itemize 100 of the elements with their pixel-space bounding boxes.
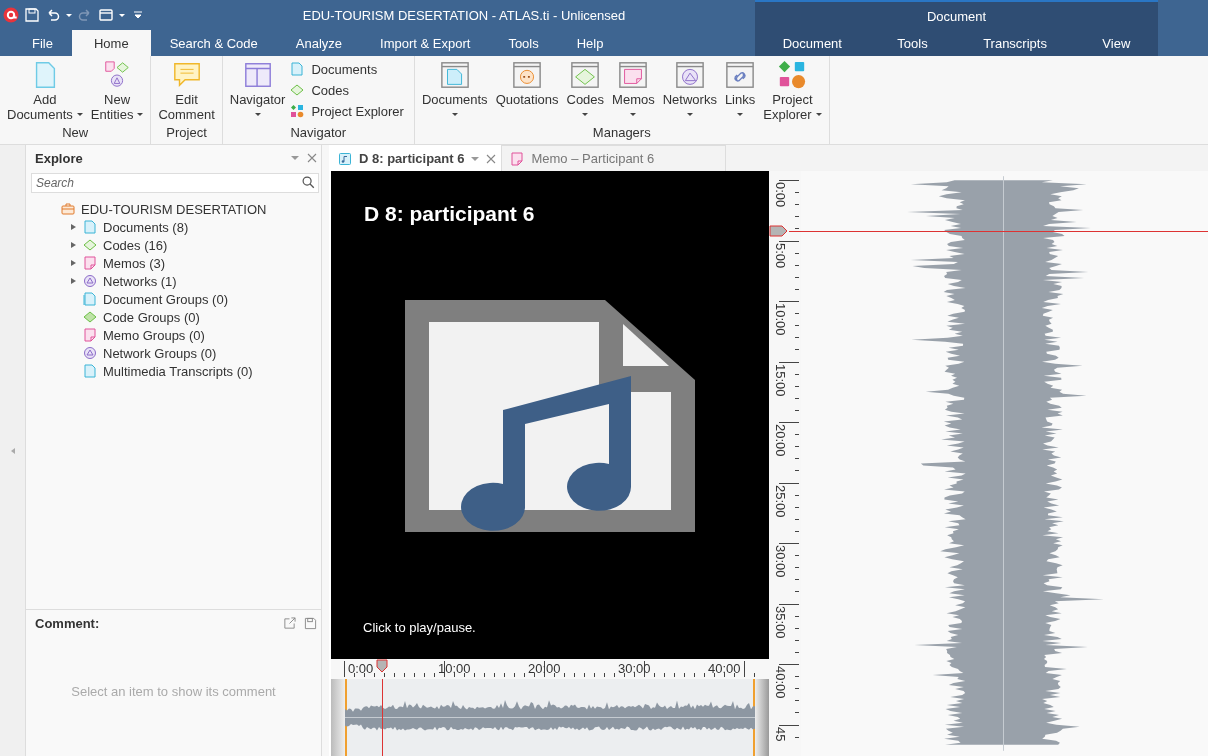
menu-tab[interactable]: Home bbox=[71, 30, 151, 56]
tree-item[interactable]: Multimedia Transcripts (0) bbox=[26, 362, 321, 380]
ribbon-button[interactable]: Project Explorer bbox=[760, 60, 825, 124]
menu-tab[interactable]: Tools bbox=[489, 30, 558, 56]
close-icon[interactable] bbox=[307, 153, 317, 163]
time-label: 45 bbox=[773, 726, 788, 741]
caret-icon bbox=[254, 113, 261, 116]
ribbon-button[interactable]: Codes bbox=[563, 60, 608, 124]
search-field[interactable]: Search bbox=[31, 173, 319, 193]
menu-tab[interactable]: File bbox=[0, 30, 72, 56]
tree-item[interactable]: Memos (3) bbox=[26, 254, 321, 272]
tree-item[interactable]: Document Groups (0) bbox=[26, 290, 321, 308]
caret-icon bbox=[582, 113, 589, 116]
window-icon[interactable] bbox=[98, 7, 114, 23]
ribbon-button[interactable]: Networks bbox=[659, 60, 720, 124]
ribbon-button[interactable]: Documents bbox=[418, 60, 491, 124]
panel-title: Comment: bbox=[35, 615, 100, 631]
music-file-icon bbox=[405, 300, 695, 532]
expand-arrow-icon[interactable] bbox=[71, 224, 76, 230]
tree-item[interactable]: Memo Groups (0) bbox=[26, 326, 321, 344]
quote-window-icon bbox=[512, 60, 543, 90]
menu-tab[interactable]: Document bbox=[763, 30, 861, 56]
caret-icon bbox=[630, 113, 637, 116]
pop-out-icon[interactable] bbox=[283, 616, 296, 630]
tree-item[interactable]: Network Groups (0) bbox=[26, 344, 321, 362]
menu-tab[interactable]: Help bbox=[557, 30, 623, 56]
ribbon-button[interactable]: Navigator bbox=[226, 60, 289, 124]
document-icon bbox=[83, 220, 97, 234]
search-icon[interactable] bbox=[302, 176, 315, 189]
ribbon-group-label: New bbox=[61, 124, 90, 142]
diamond-icon bbox=[83, 238, 97, 252]
menu-tab[interactable]: Import & Export bbox=[361, 30, 490, 56]
menu-tab[interactable]: Transcripts bbox=[964, 30, 1066, 56]
media-player[interactable]: D 8: participant 6 Click to play/pause. bbox=[331, 171, 769, 659]
trim-handle[interactable] bbox=[753, 679, 769, 756]
network-icon bbox=[83, 346, 97, 360]
tree-item[interactable]: Documents (8) bbox=[26, 218, 321, 236]
time-label: 10:00 bbox=[773, 303, 788, 336]
editor-tab[interactable]: D 8: participant 6 bbox=[329, 145, 502, 171]
memo-icon bbox=[83, 256, 97, 270]
audio-document-icon bbox=[338, 151, 352, 166]
ribbon-button[interactable]: Edit Comment bbox=[155, 60, 218, 124]
caret-icon bbox=[815, 113, 822, 116]
menu-tab[interactable]: View bbox=[1083, 30, 1150, 56]
caret-icon[interactable] bbox=[291, 156, 299, 160]
network-icon bbox=[83, 274, 97, 288]
caret-icon[interactable] bbox=[471, 156, 480, 161]
caret-icon bbox=[451, 113, 458, 116]
close-icon[interactable] bbox=[486, 153, 497, 164]
caret-icon bbox=[686, 113, 693, 116]
app-logo-icon bbox=[3, 7, 19, 23]
caret-icon bbox=[137, 113, 144, 116]
ribbon-button[interactable]: Project Explorer bbox=[290, 102, 404, 120]
time-label: 40:00 bbox=[708, 661, 741, 676]
expand-arrow-icon[interactable] bbox=[71, 242, 76, 248]
panel-title: Explore bbox=[35, 150, 83, 166]
link-window-icon bbox=[725, 60, 756, 90]
empty-comment-message: Select an item to show its comment bbox=[70, 684, 277, 699]
ribbon-button[interactable]: Add Documents bbox=[4, 60, 86, 124]
time-label: 0:00 bbox=[773, 182, 788, 208]
caret-icon bbox=[76, 113, 83, 116]
play-hint: Click to play/pause. bbox=[363, 620, 476, 635]
time-label: 40:00 bbox=[773, 666, 788, 699]
time-label: 30:00 bbox=[773, 545, 788, 578]
time-label: 35:00 bbox=[773, 605, 788, 639]
diamond-window-icon bbox=[570, 60, 601, 90]
tree-item[interactable]: Codes (16) bbox=[26, 236, 321, 254]
menu-tab[interactable]: Search & Code bbox=[150, 30, 277, 56]
window-title: EDU-TOURISM DESERTATION - ATLAS.ti - Unlicensed bbox=[301, 7, 627, 23]
undo-icon[interactable] bbox=[45, 7, 61, 23]
time-label: 25:00 bbox=[773, 484, 788, 518]
time-label: 15:00 bbox=[773, 363, 788, 397]
media-title: D 8: participant 6 bbox=[364, 202, 535, 226]
ribbon-button[interactable]: Documents bbox=[290, 60, 404, 78]
ribbon-group-label: Project bbox=[165, 124, 208, 142]
tree-item[interactable]: EDU-TOURISM DESERTATION bbox=[26, 200, 321, 218]
memo-window-icon bbox=[618, 60, 649, 90]
ribbon-button[interactable]: Memos bbox=[609, 60, 658, 124]
context-group-title: Document bbox=[755, 0, 1158, 30]
ribbon-button[interactable]: Quotations bbox=[492, 60, 562, 124]
shapes-icon bbox=[290, 104, 305, 118]
ribbon-button[interactable]: Codes bbox=[290, 81, 404, 99]
expand-arrow-icon[interactable] bbox=[71, 260, 76, 266]
menu-tab[interactable]: Analyze bbox=[276, 30, 362, 56]
playhead-marker[interactable] bbox=[375, 659, 388, 673]
playhead-marker[interactable] bbox=[769, 224, 789, 237]
diamond-icon bbox=[290, 83, 305, 97]
expand-arrow-icon[interactable] bbox=[71, 278, 76, 284]
time-label: 20:00 bbox=[773, 424, 788, 457]
tree-item[interactable]: Networks (1) bbox=[26, 272, 321, 290]
ribbon-button[interactable]: New Entities bbox=[87, 60, 147, 124]
ribbon-button[interactable]: Links bbox=[721, 60, 759, 124]
save-icon[interactable] bbox=[304, 616, 317, 630]
ribbon-group-label: Managers bbox=[591, 124, 652, 142]
trim-handle[interactable] bbox=[331, 679, 347, 756]
briefcase-icon bbox=[61, 202, 75, 216]
menu-tab[interactable]: Tools bbox=[878, 30, 947, 56]
network-window-icon bbox=[674, 60, 705, 90]
time-label: 0:00 bbox=[348, 661, 374, 676]
tree-item[interactable]: Code Groups (0) bbox=[26, 308, 321, 326]
